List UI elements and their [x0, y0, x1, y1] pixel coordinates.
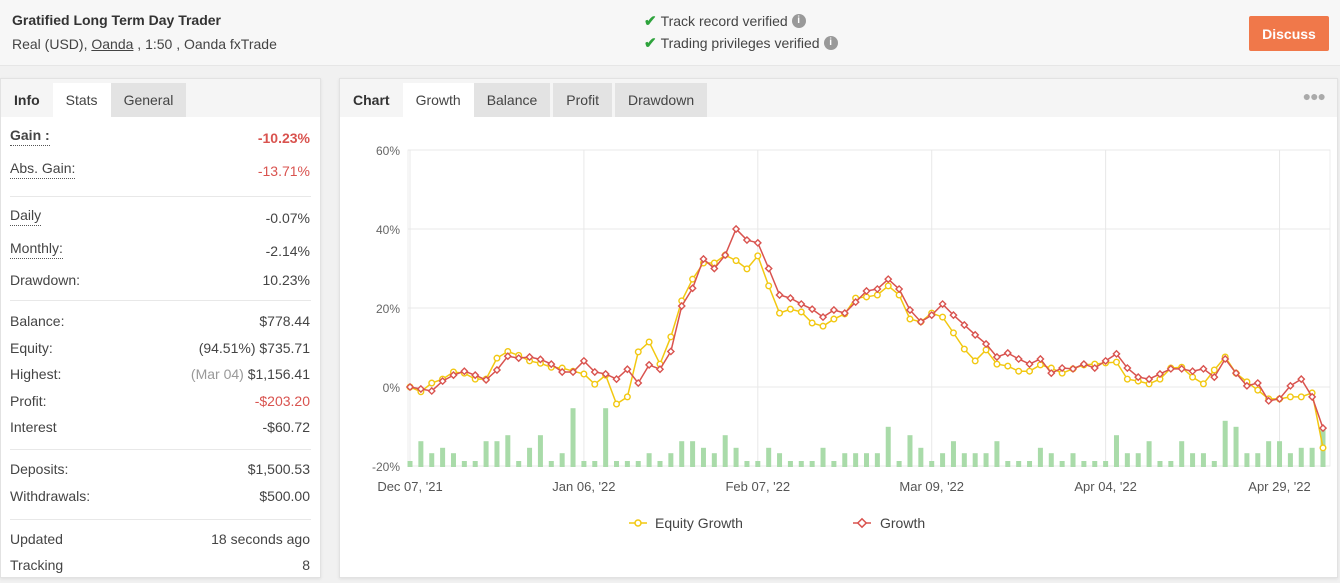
stat-label: Deposits:: [10, 461, 69, 477]
stat-monthly: Monthly: -2.14%: [1, 240, 320, 270]
stats-tabs: Info Stats General: [1, 79, 320, 117]
tab-drawdown[interactable]: Drawdown: [614, 83, 708, 117]
account-leverage-platform: , 1:50 , Oanda fxTrade: [137, 36, 277, 52]
account-type: Real (USD),: [12, 36, 88, 52]
stat-value: $778.44: [259, 313, 310, 329]
stat-value: -13.71%: [257, 163, 310, 179]
chart-label: Chart: [353, 92, 390, 108]
info-icon[interactable]: i: [791, 14, 806, 28]
stat-label: Profit:: [10, 393, 47, 409]
verification-text: Trading privileges verified: [660, 35, 820, 51]
stat-value: $1,156.41: [247, 366, 310, 382]
stat-value: -$60.72: [262, 419, 310, 435]
account-header: Gratified Long Term Day Trader Real (USD…: [0, 0, 1340, 66]
tab-general[interactable]: General: [110, 83, 187, 117]
highest-date: (Mar 04): [190, 366, 244, 382]
stat-highest: Highest: (Mar 04) $1,156.41: [1, 366, 320, 393]
stat-value: $1,500.53: [247, 461, 310, 477]
stat-label: Tracking: [10, 557, 64, 573]
stat-label: Updated: [10, 531, 63, 547]
chart-panel: Chart Growth Balance Profit Drawdown ●●●: [339, 78, 1338, 578]
stat-label[interactable]: Monthly:: [10, 240, 63, 259]
stat-label[interactable]: Abs. Gain:: [10, 160, 76, 179]
stat-value: 10.23%: [262, 272, 310, 288]
stat-tracking: Tracking 8: [1, 557, 320, 583]
discuss-button[interactable]: Discuss: [1249, 16, 1329, 51]
stat-updated: Updated 18 seconds ago: [1, 531, 320, 557]
stat-value: -$203.20: [254, 393, 310, 409]
stat-label: Drawdown:: [10, 272, 81, 288]
chart-tabs: Chart Growth Balance Profit Drawdown ●●●: [340, 79, 1337, 117]
check-icon: ✔: [644, 35, 657, 52]
stats-panel: Info Stats General Gain : -10.23% Abs. Ga…: [0, 78, 321, 578]
stat-value: $735.71: [259, 340, 310, 356]
stat-drawdown: Drawdown: 10.23%: [1, 270, 320, 300]
info-label: Info: [14, 92, 40, 108]
stat-daily: Daily -0.07%: [1, 207, 320, 240]
stat-label: Equity:: [10, 340, 53, 356]
tab-profit[interactable]: Profit: [553, 83, 612, 117]
stat-interest: Interest -$60.72: [1, 419, 320, 449]
stat-label[interactable]: Daily: [10, 207, 42, 226]
stat-label[interactable]: Gain :: [10, 127, 50, 146]
check-icon: ✔: [644, 13, 657, 30]
stat-gain: Gain : -10.23%: [1, 127, 320, 160]
stat-deposits: Deposits: $1,500.53: [1, 461, 320, 488]
stat-value: $500.00: [259, 488, 310, 504]
system-title: Gratified Long Term Day Trader: [12, 12, 222, 28]
stat-abs-gain: Abs. Gain: -13.71%: [1, 160, 320, 196]
more-dots-icon[interactable]: ●●●: [1303, 88, 1326, 104]
equity-percent: (94.51%): [198, 340, 256, 356]
stat-value: 18 seconds ago: [211, 531, 310, 547]
info-icon[interactable]: i: [823, 36, 838, 50]
account-info: Real (USD), Oanda , 1:50 , Oanda fxTrade: [12, 36, 277, 52]
tab-growth[interactable]: Growth: [402, 83, 474, 117]
trading-privileges-verified: ✔ Trading privileges verified i: [644, 34, 838, 52]
stat-value: -0.07%: [265, 210, 310, 226]
stat-label: Withdrawals:: [10, 488, 91, 504]
stat-label: Balance:: [10, 313, 65, 329]
tab-balance[interactable]: Balance: [473, 83, 551, 117]
tab-stats[interactable]: Stats: [52, 83, 111, 117]
stat-balance: Balance: $778.44: [1, 313, 320, 340]
stat-profit: Profit: -$203.20: [1, 393, 320, 419]
stat-value: -2.14%: [265, 243, 310, 259]
stat-label: Interest: [10, 419, 57, 435]
stat-value: 8: [302, 557, 310, 573]
broker-link[interactable]: Oanda: [91, 36, 133, 52]
stat-value: -10.23%: [257, 130, 310, 146]
verification-text: Track record verified: [660, 13, 788, 29]
stat-label: Highest:: [10, 366, 62, 382]
stat-equity: Equity: (94.51%) $735.71: [1, 340, 320, 366]
stat-withdrawals: Withdrawals: $500.00: [1, 488, 320, 519]
track-record-verified: ✔ Track record verified i: [644, 12, 806, 30]
